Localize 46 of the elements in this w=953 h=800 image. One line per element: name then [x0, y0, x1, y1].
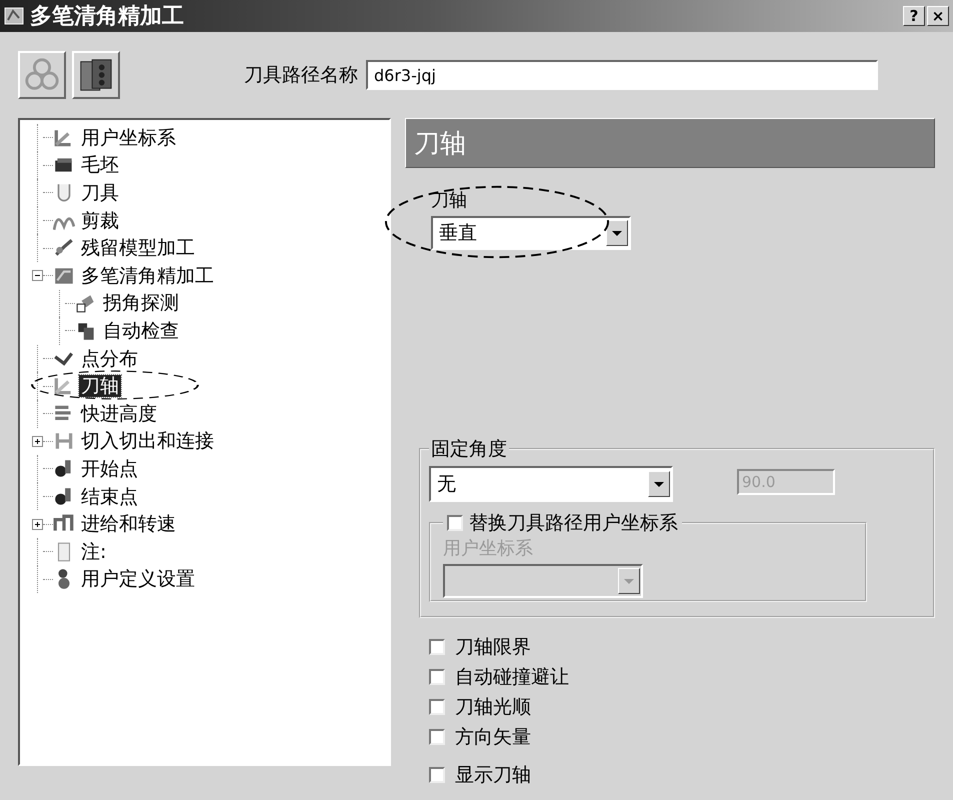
- help-button[interactable]: ?: [903, 6, 925, 26]
- tree-item[interactable]: 用户坐标系: [79, 126, 178, 149]
- field-label: 刀轴: [431, 189, 468, 212]
- checkbox[interactable]: [429, 729, 445, 745]
- app-icon: [4, 6, 24, 26]
- tool-axis-dropdown[interactable]: 垂直: [431, 216, 631, 250]
- expander-icon[interactable]: [32, 270, 43, 282]
- group-title: 固定角度: [430, 437, 508, 462]
- checkbox-label: 刀轴限界: [455, 635, 531, 660]
- expander-icon[interactable]: [32, 436, 43, 447]
- checkbox[interactable]: [429, 699, 445, 715]
- tree-item[interactable]: 拐角探测: [101, 292, 181, 314]
- field-label: 用户坐标系: [443, 537, 534, 560]
- expander-icon[interactable]: [32, 518, 43, 530]
- tree-item[interactable]: 刀具: [79, 182, 121, 204]
- tree-item[interactable]: 刀轴: [79, 375, 121, 398]
- window-title: 多笔清角精加工: [30, 3, 185, 31]
- close-button[interactable]: ×: [927, 6, 949, 26]
- tree-item[interactable]: 剪裁: [79, 210, 121, 232]
- tree-item[interactable]: 点分布: [79, 348, 140, 370]
- tree-item[interactable]: 进给和转速: [79, 513, 178, 536]
- tree-item[interactable]: 结束点: [79, 486, 140, 508]
- checkbox[interactable]: [429, 669, 445, 685]
- field-label: 刀具路径名称: [244, 63, 358, 88]
- tree-item[interactable]: 毛坯: [79, 154, 121, 176]
- tree-item[interactable]: 开始点: [79, 458, 140, 480]
- tree-item[interactable]: 自动检查: [101, 320, 181, 342]
- tree-item[interactable]: 快进高度: [79, 402, 159, 425]
- checkbox-label: 显示刀轴: [455, 763, 531, 788]
- tree-item[interactable]: 注:: [79, 540, 108, 563]
- tree-item[interactable]: 用户定义设置: [79, 568, 197, 590]
- toolpath-name-field[interactable]: d6r3-jqj: [366, 60, 878, 90]
- tree-item[interactable]: 多笔清角精加工: [79, 264, 216, 287]
- copy-button[interactable]: [72, 51, 120, 99]
- recycle-button[interactable]: [18, 51, 66, 99]
- checkbox[interactable]: [429, 767, 445, 783]
- ucs-dropdown[interactable]: [443, 564, 643, 598]
- tree-item[interactable]: 切入切出和连接: [79, 430, 216, 452]
- checkbox[interactable]: [429, 639, 445, 655]
- section-header: 刀轴: [405, 118, 935, 168]
- checkbox-label: 自动碰撞避让: [455, 665, 569, 690]
- checkbox-label: 方向矢量: [455, 725, 531, 750]
- fixed-angle-dropdown[interactable]: 无: [429, 466, 673, 502]
- checkbox-label: 替换刀具路径用户坐标系: [469, 511, 678, 536]
- checkbox-label: 刀轴光顺: [455, 695, 531, 720]
- tree-item[interactable]: 残留模型加工: [79, 237, 197, 260]
